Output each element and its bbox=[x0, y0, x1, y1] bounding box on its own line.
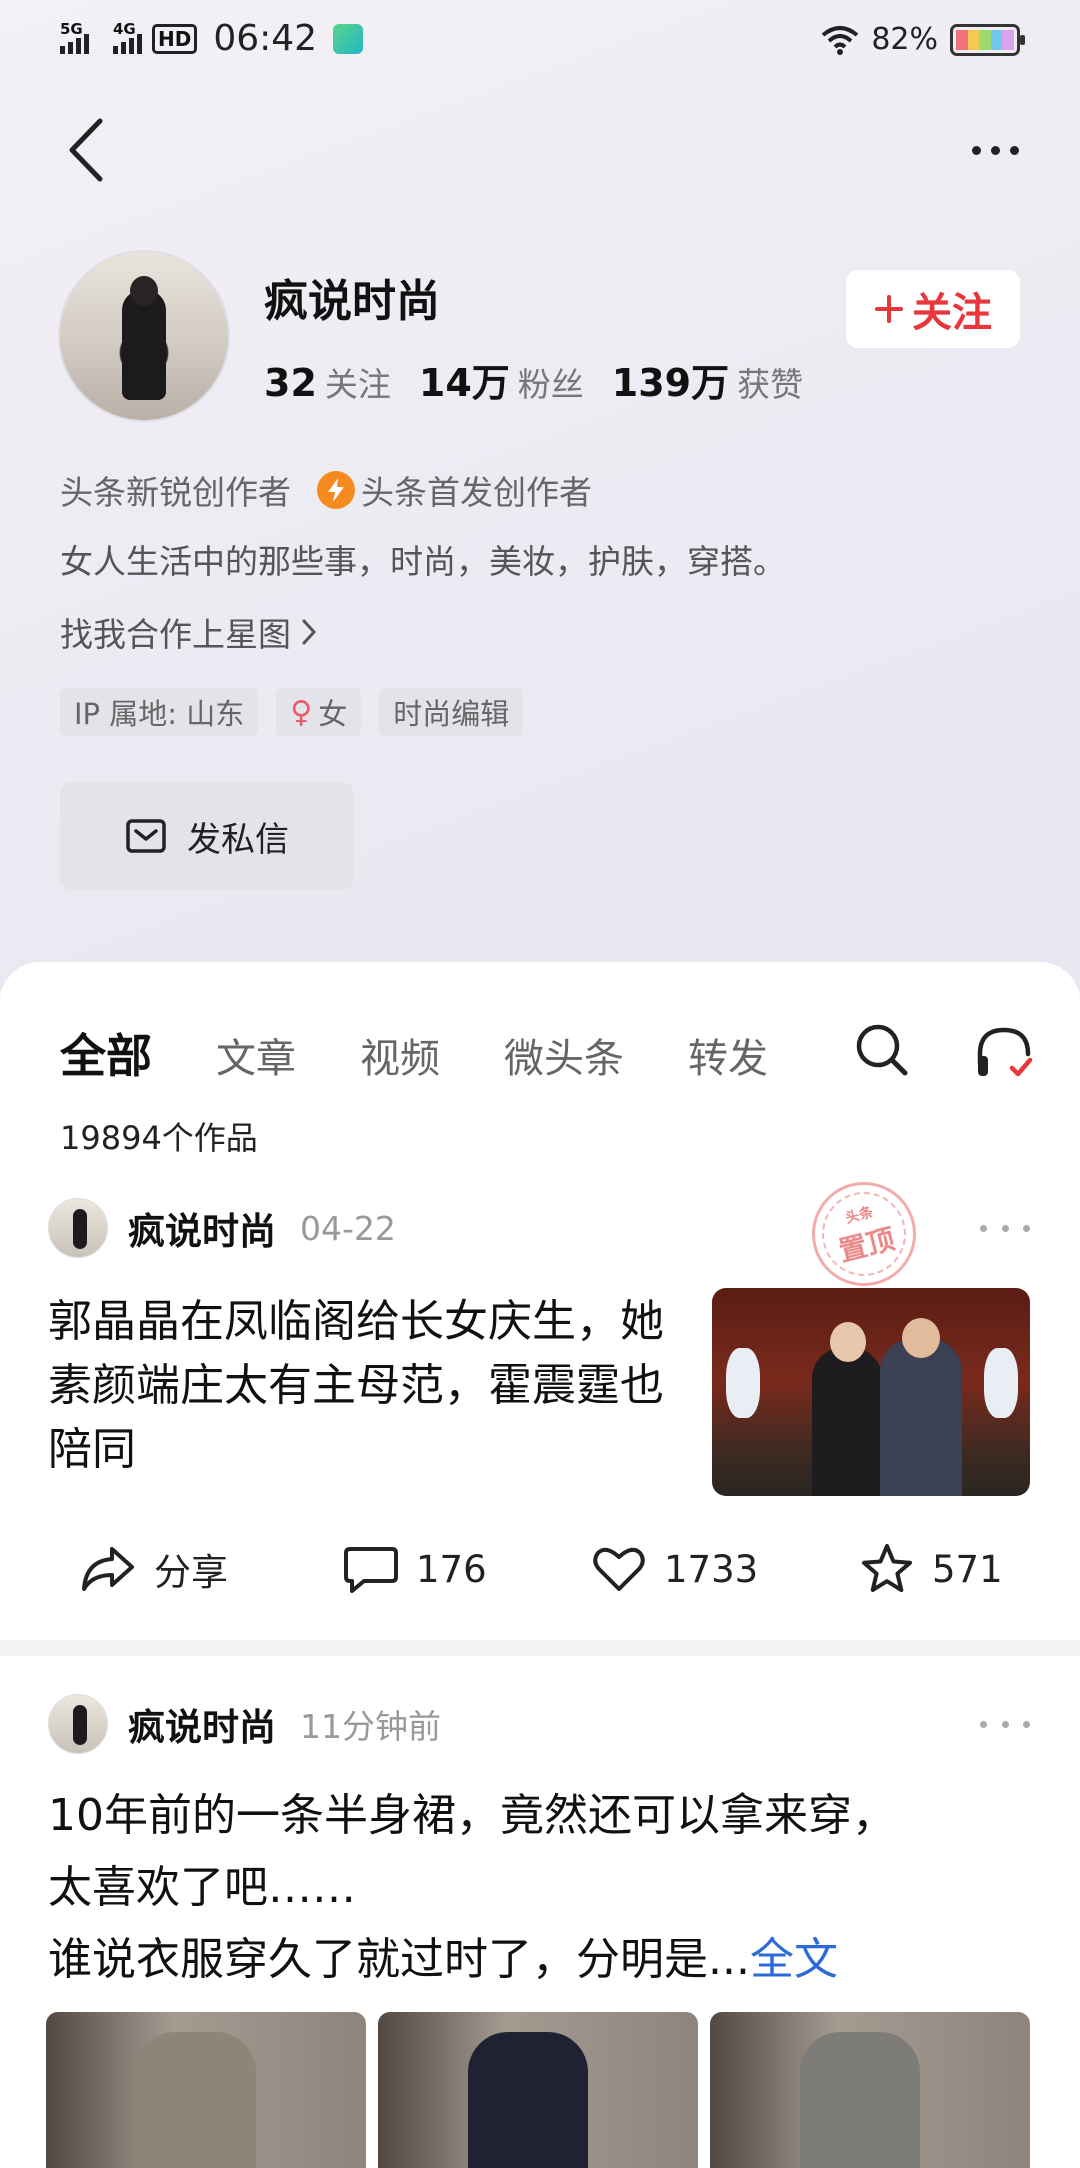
like-button[interactable]: 1733 bbox=[592, 1524, 758, 1614]
content-tabs: 全部 文章 视频 微头条 转发 bbox=[60, 1020, 832, 1086]
lightning-icon bbox=[317, 471, 355, 509]
post-time: 04-22 bbox=[300, 1208, 396, 1248]
heart-icon bbox=[593, 1547, 645, 1591]
stat-following[interactable]: 32 关注 bbox=[264, 358, 391, 406]
listen-button[interactable] bbox=[972, 1020, 1036, 1084]
plus-icon bbox=[875, 295, 903, 323]
dot-icon bbox=[1001, 1720, 1009, 1728]
chevron-right-icon bbox=[302, 619, 317, 645]
signal-4g-icon: 4G bbox=[113, 20, 142, 54]
post-actions: 分享 176 1733 571 bbox=[0, 1524, 1080, 1614]
post-title[interactable]: 郭晶晶在凤临阁给长女庆生，她素颜端庄太有主母范，霍震霆也陪同 bbox=[48, 1290, 688, 1482]
share-icon bbox=[82, 1547, 134, 1591]
dot-icon bbox=[1009, 145, 1019, 155]
headphones-icon bbox=[977, 1027, 1033, 1077]
tab-all[interactable]: 全部 bbox=[60, 1020, 152, 1086]
tab-videos[interactable]: 视频 bbox=[360, 1026, 440, 1084]
dot-icon bbox=[980, 1720, 987, 1728]
tab-articles[interactable]: 文章 bbox=[216, 1026, 296, 1084]
profile-tags: IP 属地: 山东 ♀ 女 时尚编辑 bbox=[60, 688, 524, 736]
comment-icon bbox=[344, 1547, 398, 1593]
profile-bio: 女人生活中的那些事，时尚，美妆，护肤，穿搭。 bbox=[60, 542, 786, 581]
post-author[interactable]: 疯说时尚 bbox=[128, 1697, 276, 1751]
profile-stats: 32 关注 14万 粉丝 139万 获赞 bbox=[264, 352, 803, 407]
creator-badge-first-release[interactable]: 头条首发创作者 bbox=[317, 466, 592, 514]
battery-percent: 82% bbox=[871, 22, 938, 57]
avatar[interactable] bbox=[48, 1198, 108, 1258]
avatar[interactable] bbox=[48, 1694, 108, 1754]
post-image[interactable] bbox=[378, 2012, 698, 2168]
post-author[interactable]: 疯说时尚 bbox=[128, 1201, 276, 1255]
profile-avatar[interactable] bbox=[58, 250, 230, 422]
post-body[interactable]: 10年前的一条半身裙，竟然还可以拿来穿， 太喜欢了吧…… 谁说衣服穿久了就过时了… bbox=[48, 1780, 1048, 1996]
direct-message-button[interactable]: 发私信 bbox=[60, 782, 354, 890]
signal-5g-icon: 5G bbox=[60, 20, 89, 54]
stat-fans[interactable]: 14万 粉丝 bbox=[419, 352, 584, 407]
follow-label: 关注 bbox=[912, 290, 992, 336]
wifi-icon bbox=[822, 25, 859, 55]
stat-likes[interactable]: 139万 获赞 bbox=[612, 352, 803, 407]
battery-icon bbox=[950, 23, 1025, 56]
search-button[interactable] bbox=[852, 1020, 912, 1080]
tab-micro-posts[interactable]: 微头条 bbox=[504, 1026, 624, 1084]
tag-ip-location: IP 属地: 山东 bbox=[60, 688, 259, 736]
follow-button[interactable]: 关注 bbox=[846, 270, 1020, 348]
more-options-button[interactable] bbox=[960, 122, 1030, 178]
tag-occupation: 时尚编辑 bbox=[379, 688, 524, 736]
dot-icon bbox=[1001, 1224, 1009, 1232]
tag-gender: ♀ 女 bbox=[276, 688, 362, 736]
full-text-link[interactable]: 全文 bbox=[750, 1934, 838, 1985]
profile-name: 疯说时尚 bbox=[264, 276, 440, 327]
post-divider bbox=[0, 1640, 1080, 1656]
chevron-left-icon bbox=[69, 118, 103, 182]
dot-icon bbox=[980, 1224, 987, 1232]
dot-icon bbox=[990, 145, 1000, 155]
post-image[interactable] bbox=[46, 2012, 366, 2168]
post-thumbnail[interactable] bbox=[712, 1288, 1030, 1496]
female-icon: ♀ bbox=[290, 694, 313, 730]
favorite-button[interactable]: 571 bbox=[860, 1524, 1003, 1614]
dot-icon bbox=[1023, 1224, 1030, 1232]
tab-reposts[interactable]: 转发 bbox=[688, 1026, 768, 1084]
share-button[interactable]: 分享 bbox=[80, 1524, 228, 1614]
post-image-grid bbox=[46, 2012, 1030, 2168]
status-bar: 5G 4G HD 06:42 82% bbox=[0, 0, 1080, 84]
back-button[interactable] bbox=[56, 112, 116, 188]
works-count: 19894个作品 bbox=[60, 1119, 258, 1157]
hd-voice-icon: HD bbox=[152, 23, 198, 54]
mail-icon bbox=[126, 819, 166, 853]
post-more-button[interactable] bbox=[980, 1218, 1030, 1238]
creator-badge-rising[interactable]: 头条新锐创作者 bbox=[60, 466, 291, 514]
star-map-link[interactable]: 找我合作上星图 bbox=[60, 608, 317, 656]
creator-badges: 头条新锐创作者 头条首发创作者 bbox=[60, 466, 592, 514]
app-notification-icon bbox=[333, 23, 364, 54]
post-header: 疯说时尚 04-22 bbox=[48, 1198, 396, 1258]
status-time: 06:42 bbox=[213, 18, 318, 59]
post-time: 11分钟前 bbox=[300, 1707, 441, 1746]
comment-button[interactable]: 176 bbox=[344, 1524, 487, 1614]
dot-icon bbox=[1023, 1720, 1030, 1728]
post-image[interactable] bbox=[710, 2012, 1030, 2168]
post-header: 疯说时尚 11分钟前 bbox=[48, 1694, 441, 1754]
dot-icon bbox=[971, 145, 981, 155]
search-icon bbox=[856, 1024, 908, 1076]
post-more-button[interactable] bbox=[980, 1714, 1030, 1734]
star-icon bbox=[862, 1544, 912, 1592]
